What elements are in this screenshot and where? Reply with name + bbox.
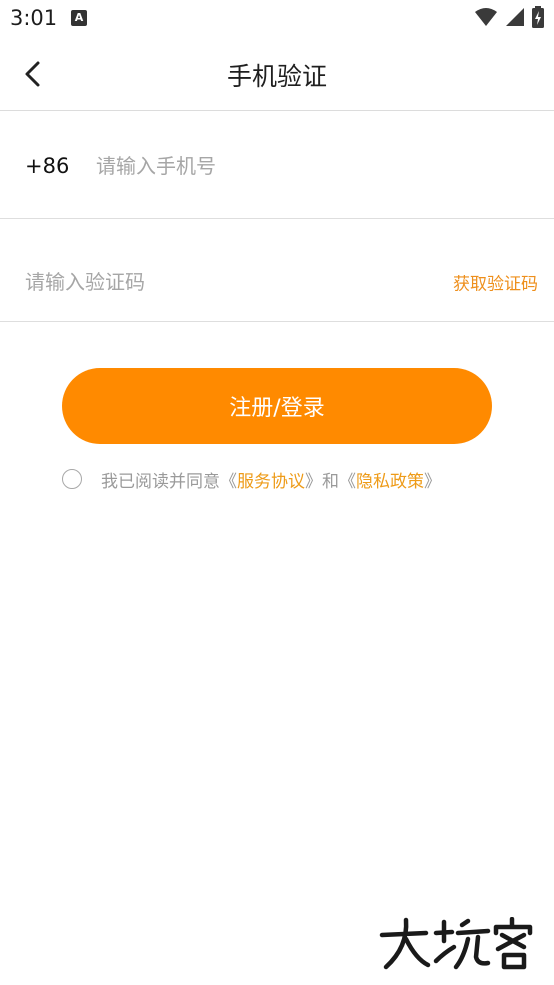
agreement-prefix: 我已阅读并同意《 xyxy=(101,471,237,492)
watermark-logo xyxy=(379,917,533,970)
get-code-button[interactable]: 获取验证码 xyxy=(453,270,538,295)
code-row: 获取验证码 xyxy=(0,219,554,322)
status-bar: 3:01 A xyxy=(0,0,554,40)
battery-icon xyxy=(532,6,544,28)
radio-unchecked-icon[interactable] xyxy=(62,469,82,489)
agreement: 我已阅读并同意《 服务协议 》和《 隐私政策 》 xyxy=(62,464,441,494)
register-login-button[interactable]: 注册/登录 xyxy=(62,368,492,444)
verification-code-input[interactable] xyxy=(25,270,405,294)
app-header: 手机验证 xyxy=(0,40,554,111)
status-time: 3:01 xyxy=(10,6,58,30)
notification-icon: A xyxy=(71,10,87,26)
country-code[interactable]: +86 xyxy=(25,154,69,178)
privacy-policy-link[interactable]: 隐私政策 xyxy=(356,467,424,492)
wifi-icon xyxy=(475,8,497,26)
signal-icon xyxy=(506,8,524,26)
phone-input[interactable] xyxy=(96,154,516,178)
agreement-suffix: 》 xyxy=(424,471,441,492)
service-agreement-link[interactable]: 服务协议 xyxy=(237,467,305,492)
phone-row: +86 xyxy=(0,111,554,219)
agreement-middle: 》和《 xyxy=(305,471,356,492)
page-title: 手机验证 xyxy=(226,62,327,91)
status-icons xyxy=(474,6,544,28)
